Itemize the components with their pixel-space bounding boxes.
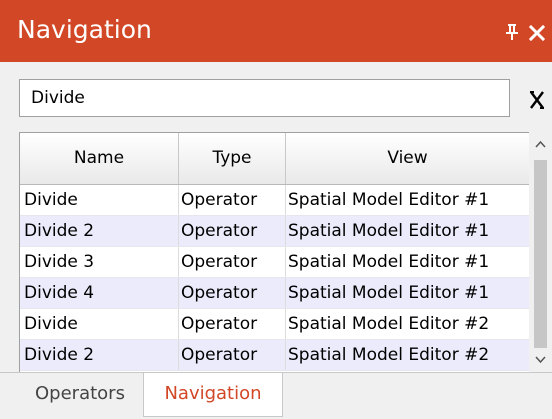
- tab-navigation[interactable]: Navigation: [143, 373, 283, 417]
- search-input[interactable]: [19, 79, 510, 117]
- column-header-type[interactable]: Type: [179, 133, 286, 184]
- column-header-name[interactable]: Name: [20, 133, 179, 184]
- cell-type: Operator: [179, 185, 286, 215]
- table-row[interactable]: Divide 2 Operator Spatial Model Editor #…: [20, 340, 529, 371]
- chevron-up-icon: [535, 140, 546, 148]
- table-row[interactable]: Divide Operator Spatial Model Editor #1: [20, 185, 529, 216]
- cell-view: Spatial Model Editor #2: [286, 340, 529, 370]
- vertical-scrollbar[interactable]: [529, 132, 552, 372]
- cell-type: Operator: [179, 247, 286, 277]
- cell-view: Spatial Model Editor #1: [286, 185, 529, 215]
- clear-search-button[interactable]: [523, 83, 551, 117]
- panel-title-bar: Navigation: [0, 0, 552, 62]
- bottom-tab-strip: Operators Navigation: [0, 372, 552, 419]
- cell-view: Spatial Model Editor #1: [286, 216, 529, 246]
- cell-type: Operator: [179, 216, 286, 246]
- cell-name: Divide 2: [20, 340, 179, 370]
- pin-icon[interactable]: [505, 23, 519, 41]
- table-row[interactable]: Divide 2 Operator Spatial Model Editor #…: [20, 216, 529, 247]
- chevron-down-icon: [535, 356, 546, 364]
- cell-name: Divide: [20, 185, 179, 215]
- cell-name: Divide: [20, 309, 179, 339]
- table-header: Name Type View: [20, 133, 529, 185]
- cell-view: Spatial Model Editor #1: [286, 278, 529, 308]
- cell-view: Spatial Model Editor #2: [286, 309, 529, 339]
- cell-type: Operator: [179, 340, 286, 370]
- clear-x-icon: [530, 91, 544, 109]
- scroll-thumb[interactable]: [534, 160, 547, 348]
- scroll-down-button[interactable]: [529, 346, 552, 372]
- table-row[interactable]: Divide Operator Spatial Model Editor #2: [20, 309, 529, 340]
- scroll-up-button[interactable]: [529, 132, 552, 158]
- cell-type: Operator: [179, 278, 286, 308]
- panel-title: Navigation: [17, 15, 152, 44]
- cell-view: Spatial Model Editor #1: [286, 247, 529, 277]
- cell-name: Divide 4: [20, 278, 179, 308]
- tab-operators[interactable]: Operators: [18, 373, 142, 417]
- cell-name: Divide 2: [20, 216, 179, 246]
- table-row[interactable]: Divide 4 Operator Spatial Model Editor #…: [20, 278, 529, 309]
- column-header-view[interactable]: View: [286, 133, 529, 184]
- table-row[interactable]: Divide 3 Operator Spatial Model Editor #…: [20, 247, 529, 278]
- cell-type: Operator: [179, 309, 286, 339]
- cell-name: Divide 3: [20, 247, 179, 277]
- close-icon[interactable]: [528, 24, 546, 42]
- results-table: Name Type View Divide Operator Spatial M…: [19, 132, 529, 372]
